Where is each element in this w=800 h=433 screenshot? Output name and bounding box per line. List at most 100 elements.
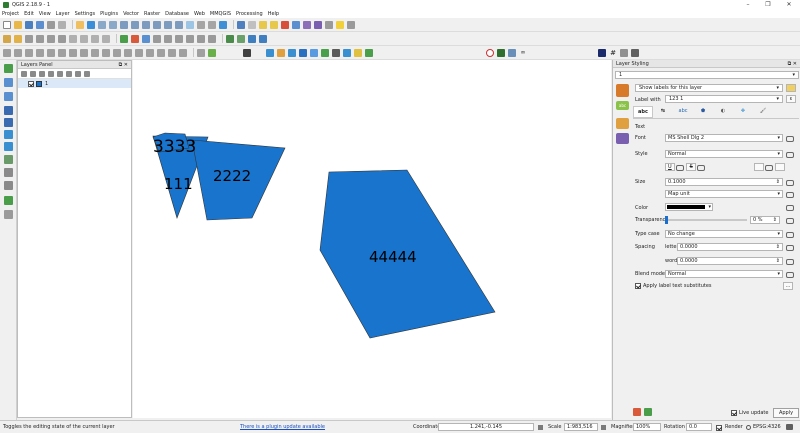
coordinate-field[interactable]: 1.241,-0.145: [438, 423, 534, 431]
expand-all-icon[interactable]: [66, 70, 72, 77]
map-svg[interactable]: 3333 111 2222 44444: [133, 60, 611, 418]
tab-placement-icon[interactable]: ✥: [733, 106, 753, 118]
undo-icon[interactable]: [14, 48, 22, 57]
delete-part-icon[interactable]: [102, 48, 110, 57]
delete-selected-icon[interactable]: [69, 34, 77, 43]
lock-scale-icon[interactable]: [601, 425, 606, 430]
crs-globe-icon[interactable]: [746, 425, 751, 430]
magnifier-spinbox[interactable]: 100%: [633, 423, 661, 431]
pan-to-selection-icon[interactable]: [87, 20, 95, 29]
delete-ring-icon[interactable]: [91, 48, 99, 57]
show-hide-labels-icon[interactable]: [175, 34, 183, 43]
save-as-icon[interactable]: [36, 20, 44, 29]
offset-curve-icon[interactable]: [124, 48, 132, 57]
zoom-to-selection-icon[interactable]: [142, 20, 150, 29]
remove-layer-icon[interactable]: [84, 70, 90, 77]
split-features-icon[interactable]: [135, 48, 143, 57]
rotate-label-icon[interactable]: [197, 34, 205, 43]
web-plugin-icon-5[interactable]: [321, 48, 329, 57]
merge-attributes-icon[interactable]: [168, 48, 176, 57]
composer-manager-icon[interactable]: [58, 20, 66, 29]
size-spinbox[interactable]: 0.1000 ⇕: [665, 178, 783, 186]
expression-button[interactable]: ε: [786, 95, 796, 103]
menu-settings[interactable]: Settings: [75, 11, 96, 17]
map-tips-icon[interactable]: [336, 20, 344, 29]
grid-icon[interactable]: #: [609, 48, 617, 57]
add-ring-icon[interactable]: [58, 48, 66, 57]
tab-buffer[interactable]: abc: [673, 106, 693, 118]
open-attribute-table-icon[interactable]: [292, 20, 300, 29]
tab-text[interactable]: abc: [633, 106, 653, 118]
table-icon[interactable]: [620, 48, 628, 57]
data-defined-override-icon[interactable]: [785, 230, 795, 238]
layer-style-icon[interactable]: [21, 70, 27, 77]
crs-epsg[interactable]: EPSG:4326: [753, 424, 781, 430]
add-delimited-text-icon[interactable]: [4, 168, 13, 177]
open-project-icon[interactable]: [14, 20, 22, 29]
plugin-update-link[interactable]: There is a plugin update available: [240, 424, 325, 430]
redo-style-icon[interactable]: [644, 408, 652, 416]
menu-project[interactable]: Project: [2, 11, 19, 17]
current-edits-icon[interactable]: [3, 34, 11, 43]
redo-icon[interactable]: [25, 48, 33, 57]
add-postgis-icon[interactable]: [4, 106, 13, 115]
web-plugin-icon-9[interactable]: [365, 48, 373, 57]
diagrams-tab-icon[interactable]: [616, 118, 629, 129]
globe-icon[interactable]: [299, 48, 307, 57]
qgis-cloud-icon[interactable]: [497, 48, 505, 57]
identify-features-icon[interactable]: [237, 20, 245, 29]
manage-visibility-icon[interactable]: [39, 70, 45, 77]
menu-plugins[interactable]: Plugins: [100, 11, 118, 17]
layer-visibility-checkbox[interactable]: [28, 80, 34, 87]
layer-select-combo[interactable]: 1 ▾: [615, 71, 799, 79]
merge-features-icon[interactable]: [157, 48, 165, 57]
refresh-icon[interactable]: [219, 20, 227, 29]
select-features-icon[interactable]: [259, 20, 267, 29]
data-defined-override-icon[interactable]: [785, 134, 795, 142]
trace-icon[interactable]: [197, 48, 205, 57]
add-vector-icon[interactable]: [4, 64, 13, 73]
color-button[interactable]: ▾: [665, 203, 713, 211]
styling-close-icon[interactable]: ✕: [793, 61, 797, 67]
plugin-toolbox-icon[interactable]: [237, 34, 245, 43]
menu-view[interactable]: View: [39, 11, 51, 17]
tab-shadow-icon[interactable]: ◐: [713, 106, 733, 118]
no-action-icon[interactable]: [486, 48, 494, 57]
rule-based-icon[interactable]: [786, 84, 796, 92]
underline-button[interactable]: U: [665, 163, 675, 171]
pan-hand-icon[interactable]: [76, 20, 84, 29]
apply-button[interactable]: Apply: [773, 408, 799, 418]
tab-background-icon[interactable]: ⬟: [693, 106, 713, 118]
menu-processing[interactable]: Processing: [236, 11, 263, 17]
data-defined-override-icon[interactable]: [785, 203, 795, 211]
size-unit-combo[interactable]: Map unit ▾: [665, 190, 783, 198]
coordinate-capture-icon[interactable]: [508, 48, 516, 57]
style-combo[interactable]: Normal ▾: [665, 150, 783, 158]
messages-icon[interactable]: [786, 424, 793, 430]
crosshair-icon[interactable]: [4, 210, 13, 219]
new-bookmark-icon[interactable]: [197, 20, 205, 29]
close-panel-icon[interactable]: ✕: [124, 62, 128, 68]
new-project-icon[interactable]: [3, 20, 11, 29]
run-feature-action-icon[interactable]: [248, 20, 256, 29]
fill-ring-icon[interactable]: [80, 48, 88, 57]
symbology-tab-icon[interactable]: [616, 84, 629, 97]
pin-labels-icon[interactable]: [164, 34, 172, 43]
data-defined-override-icon[interactable]: [785, 216, 795, 224]
add-raster-layer-icon[interactable]: [131, 34, 139, 43]
processing-toolbox-icon[interactable]: [248, 34, 256, 43]
minimize-button[interactable]: –: [743, 1, 753, 8]
data-defined-override-icon[interactable]: [785, 270, 795, 278]
float-panel-icon[interactable]: ⧉: [119, 62, 123, 68]
history-tab-icon[interactable]: [616, 133, 629, 144]
menu-database[interactable]: Database: [165, 11, 189, 17]
undo-style-icon[interactable]: [633, 408, 641, 416]
blend-mode-combo[interactable]: Normal ▾: [665, 270, 783, 278]
strikeout-button[interactable]: S: [686, 163, 697, 171]
data-defined-override-icon[interactable]: [675, 163, 687, 171]
python-console-icon[interactable]: [226, 34, 234, 43]
deselect-features-icon[interactable]: [281, 20, 289, 29]
menu-layer[interactable]: Layer: [56, 11, 70, 17]
statistical-summary-icon[interactable]: [303, 20, 311, 29]
transparency-slider-track[interactable]: [665, 219, 747, 221]
